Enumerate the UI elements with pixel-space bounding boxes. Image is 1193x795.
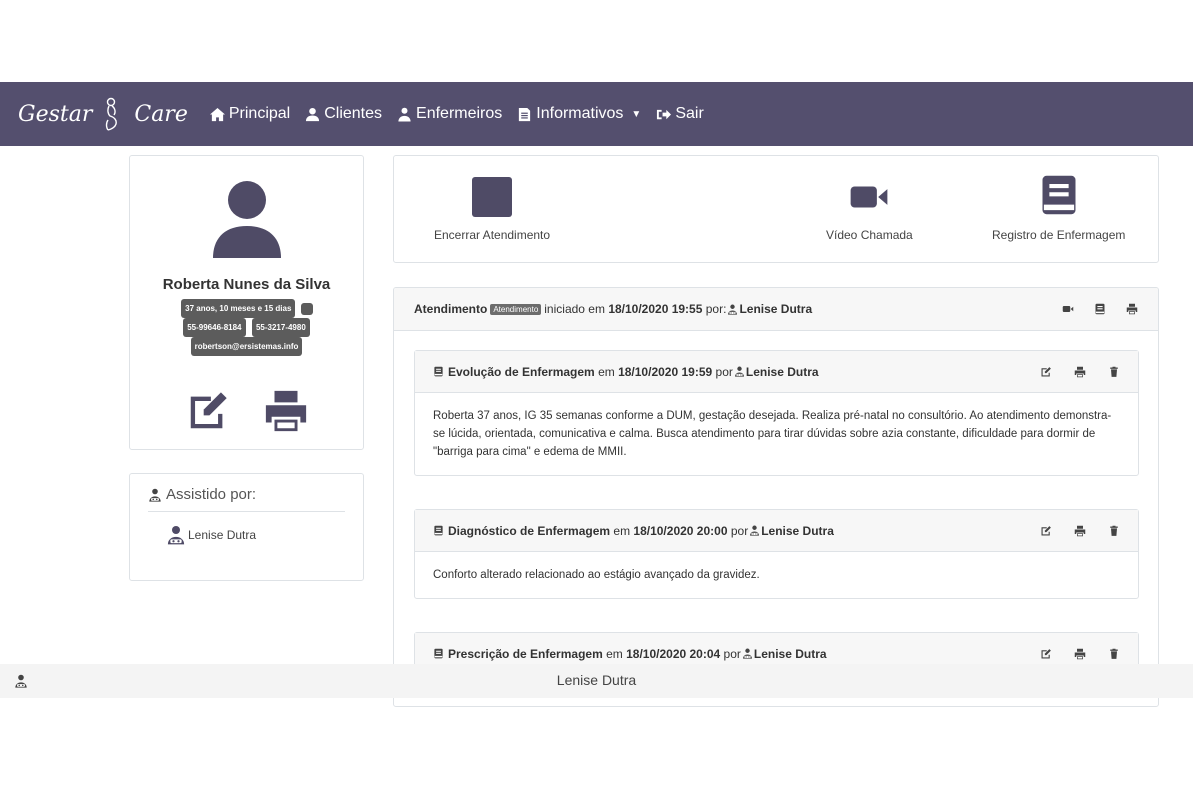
edit-icon[interactable] [1040, 525, 1052, 537]
patient-avatar-icon [212, 181, 281, 258]
phone-badge-1: 55-99646-8184 [183, 318, 246, 337]
entry-nurse: Lenise Dutra [753, 646, 827, 661]
trash-icon[interactable] [1108, 366, 1120, 378]
video-call-label: Vídeo Chamada [826, 228, 913, 242]
nav-informativos-label: Informativos [536, 105, 624, 122]
email-badge: robertson@ersistemas.info [190, 337, 303, 356]
nav-informativos-dropdown[interactable]: Informativos ▼ [517, 105, 641, 123]
entry-title: Diagnóstico de Enfermagem [448, 523, 611, 538]
assisted-nurse-item[interactable]: Lenise Dutra [148, 522, 345, 548]
nurse-icon [166, 522, 186, 548]
nav-enfermeiros-label: Enfermeiros [416, 105, 503, 122]
entry-text: Roberta 37 anos, IG 35 semanas conforme … [433, 410, 1112, 458]
attendance-datetime: 18/10/2020 19:55 [608, 302, 703, 316]
phone-badge-2: 55-3217-4980 [251, 318, 310, 337]
assisted-nurse-name: Lenise Dutra [188, 528, 257, 542]
entry-on: em [606, 646, 623, 661]
book-icon [433, 366, 444, 377]
info-icon[interactable] [300, 302, 313, 315]
assisted-by-card: Assistido por: Lenise Dutra [129, 473, 364, 581]
patient-name: Roberta Nunes da Silva [162, 276, 331, 293]
nurse-icon [734, 366, 745, 377]
entry-datetime: 18/10/2020 20:04 [626, 646, 721, 661]
stop-icon [472, 177, 513, 217]
end-attendance-label: Encerrar Atendimento [434, 228, 551, 242]
nav-principal[interactable]: Principal [210, 105, 290, 123]
top-navbar: Gestar Care Principal Clientes Enfermeir… [0, 82, 1193, 146]
print-icon[interactable] [1074, 366, 1086, 378]
attendance-panel: Atendimento Atendimento iniciado em 18/1… [393, 287, 1159, 707]
entry-by: por [715, 364, 733, 379]
attendance-started-text: iniciado em [544, 302, 605, 316]
actions-card: Encerrar Atendimento Vídeo Chamada Regis… [393, 155, 1159, 263]
video-call-button[interactable]: Vídeo Chamada [826, 176, 913, 242]
nurse-icon [749, 525, 760, 536]
nav-sair[interactable]: Sair [656, 105, 704, 123]
nurse-icon [727, 304, 738, 315]
document-icon [517, 107, 532, 122]
assisted-by-title: Assistido por: [148, 486, 345, 512]
trash-icon[interactable] [1108, 648, 1120, 660]
entry-nurse: Lenise Dutra [761, 523, 834, 538]
entry-nurse: Lenise Dutra [745, 364, 819, 379]
attendance-label: Atendimento [414, 302, 488, 316]
attendance-status-badge: Atendimento [490, 303, 542, 315]
entry-header: Diagnóstico de Enfermagem em 18/10/2020 … [415, 510, 1138, 552]
pregnant-woman-icon [106, 97, 118, 131]
nav-clientes[interactable]: Clientes [305, 105, 382, 123]
print-icon[interactable] [261, 388, 311, 434]
home-icon [210, 107, 225, 122]
caret-down-icon: ▼ [631, 108, 642, 120]
book-icon [1037, 172, 1081, 218]
end-attendance-button[interactable]: Encerrar Atendimento [434, 176, 550, 242]
attendance-by: por: [705, 302, 727, 316]
entry-datetime: 18/10/2020 20:00 [633, 523, 728, 538]
book-icon[interactable] [1094, 303, 1106, 315]
entry-title: Prescrição de Enfermagem [448, 646, 603, 661]
print-icon[interactable] [1074, 648, 1086, 660]
age-badge: 37 anos, 10 meses e 15 dias [181, 299, 296, 318]
patient-profile-card: Roberta Nunes da Silva 37 anos, 10 meses… [129, 155, 364, 450]
nurse-icon [397, 107, 412, 122]
nav-enfermeiros[interactable]: Enfermeiros [397, 105, 502, 123]
edit-icon[interactable] [183, 388, 233, 434]
entry-by: por [730, 523, 749, 538]
brand-left: Gestar [18, 101, 93, 127]
entry-datetime: 18/10/2020 19:59 [618, 364, 713, 379]
entry-title: Evolução de Enfermagem [448, 364, 595, 379]
entry-on: em [613, 523, 631, 538]
print-icon[interactable] [1126, 303, 1138, 315]
nursing-record-label: Registro de Enfermagem [992, 228, 1126, 242]
video-camera-icon [842, 176, 896, 218]
nursing-record-button[interactable]: Registro de Enfermagem [992, 176, 1125, 242]
footer-bar: Lenise Dutra [0, 664, 1193, 698]
assisted-by-label: Assistido por: [166, 486, 257, 503]
print-icon[interactable] [1074, 525, 1086, 537]
entry-text: Conforto alterado relacionado ao estágio… [433, 569, 760, 581]
brand-logo[interactable]: Gestar Care [18, 96, 188, 132]
footer-user-name: Lenise Dutra [556, 672, 637, 688]
entry-on: em [598, 364, 615, 379]
video-camera-icon[interactable] [1062, 303, 1074, 315]
trash-icon[interactable] [1108, 525, 1120, 537]
user-icon [305, 107, 320, 122]
entry-header: Evolução de Enfermagem em 18/10/2020 19:… [415, 351, 1138, 393]
sign-out-icon [656, 107, 671, 122]
nav-clientes-label: Clientes [324, 105, 383, 122]
entry-card: Diagnóstico de Enfermagem em 18/10/2020 … [414, 509, 1139, 599]
edit-icon[interactable] [1040, 366, 1052, 378]
attendance-nurse: Lenise Dutra [739, 302, 813, 316]
entry-card: Evolução de Enfermagem em 18/10/2020 19:… [414, 350, 1139, 476]
nurse-icon [742, 648, 753, 659]
nav-sair-label: Sair [675, 105, 704, 122]
nav-principal-label: Principal [228, 105, 291, 122]
book-icon [433, 648, 444, 659]
attendance-header: Atendimento Atendimento iniciado em 18/1… [394, 288, 1158, 331]
brand-right: Care [134, 101, 188, 127]
edit-icon[interactable] [1040, 648, 1052, 660]
entry-by: por [723, 646, 741, 661]
nurse-icon [148, 488, 162, 502]
book-icon [433, 525, 444, 536]
